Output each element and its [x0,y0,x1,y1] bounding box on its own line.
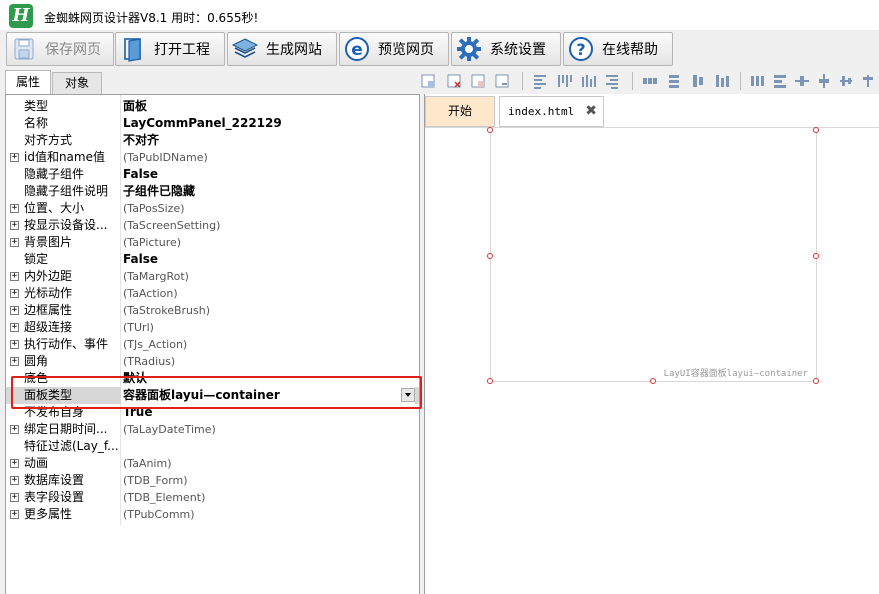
help-icon: ? [566,34,596,64]
container-panel[interactable]: LayUI容器面板layui—container [490,130,817,382]
property-row-pos-size[interactable]: + 位置、大小 (TaPosSize) [6,200,419,217]
resize-handle-ml[interactable] [487,253,493,259]
property-row-datetime[interactable]: + 绑定日期时间... (TaLayDateTime) [6,421,419,438]
expand-icon[interactable]: + [10,459,19,468]
property-row-margin[interactable]: + 内外边距 (TaMargRot) [6,268,419,285]
expand-icon[interactable]: + [10,510,19,519]
copy-tool-icon[interactable] [470,73,486,89]
property-row-hide-children-note[interactable]: 隐藏子组件说明 子组件已隐藏 [6,183,419,200]
highlight-box [11,376,422,409]
property-row-name[interactable]: 名称 LayCommPanel_222129 [6,115,419,132]
property-row-screen-setting[interactable]: + 按显示设备设... (TaScreenSetting) [6,217,419,234]
resize-handle-br[interactable] [813,378,819,384]
center-v-icon[interactable] [816,73,832,89]
property-row-db-element[interactable]: + 表字段设置 (TDB_Element) [6,489,419,506]
paste-tool-icon[interactable] [494,73,510,89]
resize-handle-bm[interactable] [650,378,656,384]
tab-file-label: index.html [508,105,575,118]
property-row-type[interactable]: 类型 面板 [6,98,419,115]
distribute-h-icon[interactable] [750,73,766,89]
space-v-icon[interactable] [666,73,682,89]
preview-page-button[interactable]: e 预览网页 [339,32,449,66]
generate-site-button[interactable]: 生成网站 [227,32,337,66]
panel-caption: LayUI容器面板layui—container [663,369,808,379]
expand-icon[interactable]: + [10,323,19,332]
expand-icon[interactable]: + [10,204,19,213]
app-logo-icon: H [9,4,33,28]
property-row-more[interactable]: + 更多属性 (TPubComm) [6,506,419,523]
title-bar: H 金蜘蛛网页设计器V8.1 用时：0.655秒! [0,0,879,30]
layers-icon [230,34,260,64]
expand-icon[interactable]: + [10,306,19,315]
tab-objects[interactable]: 对象 [52,72,102,94]
resize-handle-tl[interactable] [487,127,493,133]
property-row-filter[interactable]: 特征过滤(Lay_f... [6,438,419,455]
property-row-radius[interactable]: + 圆角 (TRadius) [6,353,419,370]
save-icon [9,34,39,64]
property-row-hide-children[interactable]: 隐藏子组件 False [6,166,419,183]
property-row-id-name[interactable]: + id值和name值 (TaPubIDName) [6,149,419,166]
svg-text:e: e [351,40,363,60]
property-row-hyperlink[interactable]: + 超级连接 (TUrl) [6,319,419,336]
distribute-v-icon[interactable] [772,73,788,89]
delete-tool-icon[interactable] [446,73,462,89]
browser-e-icon: e [342,34,372,64]
svg-text:?: ? [576,40,585,59]
resize-handle-bl[interactable] [487,378,493,384]
align-top-icon[interactable] [556,73,572,89]
expand-icon[interactable]: + [10,357,19,366]
same-width-icon[interactable] [690,73,706,89]
gear-icon [454,34,484,64]
resize-handle-mr[interactable] [813,253,819,259]
close-icon[interactable]: ✖ [585,97,597,126]
main-toolbar: 保存网页 打开工程 生成网站 e 预览网页 系统设置 ? 在线帮助 [0,30,879,68]
resize-handle-tr[interactable] [813,127,819,133]
expand-icon[interactable]: + [10,476,19,485]
layout-toolbar [420,68,879,94]
align-right-icon[interactable] [604,73,620,89]
property-row-cursor-action[interactable]: + 光标动作 (TaAction) [6,285,419,302]
expand-icon[interactable]: + [10,289,19,298]
bring-front-icon[interactable] [838,73,854,89]
align-left-icon[interactable] [532,73,548,89]
align-tool-icon[interactable] [420,73,436,89]
window-title: 金蜘蛛网页设计器V8.1 用时：0.655秒! [44,11,259,25]
open-project-button[interactable]: 打开工程 [115,32,225,66]
expand-icon[interactable]: + [10,272,19,281]
tab-start[interactable]: 开始 [425,96,495,127]
expand-icon[interactable]: + [10,340,19,349]
center-h-icon[interactable] [794,73,810,89]
property-row-bg-picture[interactable]: + 背景图片 (TaPicture) [6,234,419,251]
expand-icon[interactable]: + [10,425,19,434]
expand-icon[interactable]: + [10,153,19,162]
property-row-js-action[interactable]: + 执行动作、事件 (TJs_Action) [6,336,419,353]
expand-icon[interactable]: + [10,493,19,502]
send-back-icon[interactable] [860,73,876,89]
property-row-border[interactable]: + 边框属性 (TaStrokeBrush) [6,302,419,319]
property-grid: 类型 面板 名称 LayCommPanel_222129 对齐方式 不对齐 + … [5,94,420,594]
property-row-animation[interactable]: + 动画 (TaAnim) [6,455,419,472]
system-settings-button[interactable]: 系统设置 [451,32,561,66]
property-row-db-form[interactable]: + 数据库设置 (TDB_Form) [6,472,419,489]
document-tabs: 开始 index.html ✖ [425,94,879,128]
save-page-button[interactable]: 保存网页 [6,32,114,66]
tab-properties[interactable]: 属性 [5,70,51,94]
space-h-icon[interactable] [642,73,658,89]
open-project-icon [118,34,148,64]
property-row-lock[interactable]: 锁定 False [6,251,419,268]
expand-icon[interactable]: + [10,238,19,247]
same-height-icon[interactable] [714,73,730,89]
online-help-button[interactable]: ? 在线帮助 [563,32,673,66]
tab-index-html[interactable]: index.html ✖ [499,96,604,127]
align-center-icon[interactable] [580,73,596,89]
property-row-align[interactable]: 对齐方式 不对齐 [6,132,419,149]
expand-icon[interactable]: + [10,221,19,230]
